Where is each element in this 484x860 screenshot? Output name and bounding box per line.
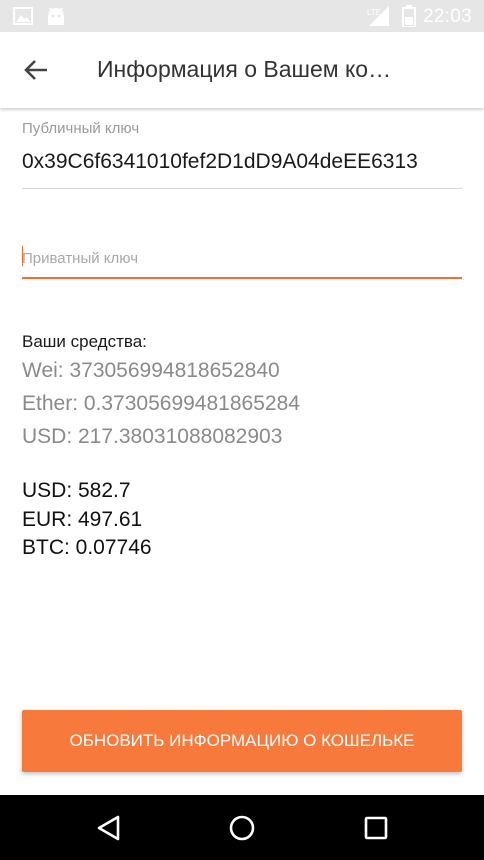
status-time: 22:03 (422, 6, 472, 27)
status-bar: LTE 22:03 (0, 0, 484, 32)
wallet-info-content: Публичный ключ Ваши средства: Wei: 37305… (0, 108, 484, 795)
nav-recents-button[interactable] (356, 808, 396, 848)
network-label: LTE (367, 8, 381, 17)
nav-back-button[interactable] (88, 808, 128, 848)
nav-home-icon (229, 815, 255, 841)
public-key-field[interactable] (22, 150, 462, 174)
back-button[interactable] (18, 52, 54, 88)
rate-eur: EUR: 497.61 (22, 508, 143, 531)
nav-home-button[interactable] (222, 808, 262, 848)
signal-icon: LTE (367, 5, 391, 32)
public-key-label: Публичный ключ (22, 120, 140, 137)
text-cursor (22, 246, 23, 266)
funds-title: Ваши средства: (22, 332, 147, 351)
android-icon (46, 7, 66, 31)
rate-usd: USD: 582.7 (22, 479, 131, 502)
rate-btc: BTC: 0.07746 (22, 536, 152, 559)
nav-recents-icon (364, 816, 388, 840)
arrow-back-icon (24, 60, 47, 80)
app-bar: Информация о Вашем ко… (0, 32, 484, 108)
funds-ether: Ether: 0.37305699481865284 (22, 392, 300, 415)
private-key-underline (22, 277, 462, 279)
battery-icon (402, 5, 416, 32)
page-title: Информация о Вашем ко… (97, 56, 392, 82)
funds-wei: Wei: 373056994818652840 (22, 359, 280, 382)
private-key-field[interactable] (22, 245, 462, 271)
image-icon (13, 7, 33, 30)
funds-usd: USD: 217.38031088082903 (22, 425, 283, 448)
system-nav-bar (0, 795, 484, 860)
public-key-underline (22, 188, 462, 189)
nav-back-icon (97, 815, 120, 841)
refresh-wallet-button[interactable]: ОБНОВИТЬ ИНФОРМАЦИЮ О КОШЕЛЬКЕ (22, 710, 462, 772)
